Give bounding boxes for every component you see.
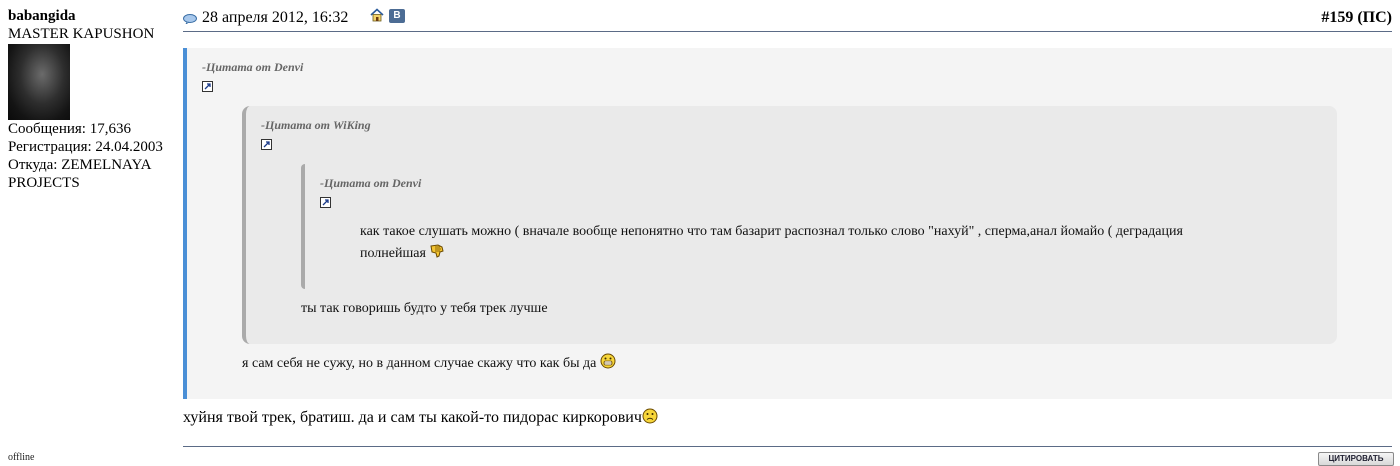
quote-text-outer-text: я сам себя не сужу, но в данном случае с… [242,356,597,371]
user-location-cont: PROJECTS [8,175,80,191]
post-icon [183,11,197,26]
post-date: 28 апреля 2012, 16:32 [202,9,349,26]
username[interactable]: babangida [8,7,180,25]
quote-text-outer: я сам себя не сужу, но в данном случае с… [242,353,616,377]
post-text: хуйня твой трек, братиш. да и сам ты как… [183,409,642,426]
quote-author-outer: -Цитата от Denvi [202,60,304,74]
quote-link-icon[interactable] [202,81,213,92]
post-body: хуйня твой трек, братиш. да и сам ты как… [183,408,658,429]
post-number[interactable]: #159 (ПС) [1321,9,1392,27]
avatar[interactable] [8,44,70,120]
sad-smiley [642,408,658,429]
user-title: MASTER KAPUSHON [8,26,155,42]
post-header: 28 апреля 2012, 16:32 В #159 (ПС) [183,7,1392,32]
quote-button[interactable]: ЦИТИРОВАТЬ [1318,452,1394,466]
quote-link-icon[interactable] [320,197,331,208]
quote-author-inner: -Цитата от Denvi [320,176,422,190]
user-info: babangida MASTER KAPUSHON Сообщения: 17,… [8,7,180,192]
quote-link-icon[interactable] [261,139,272,150]
post-number-value[interactable]: #159 [1321,9,1353,26]
thumbs-down-smiley [429,243,445,267]
quote-text-middle: ты так говоришь будто у тебя трек лучше [301,301,548,316]
quote-text-inner-line1: как такое слушать можно ( вначале вообще… [360,224,1183,239]
quote-author-middle: -Цитата от WiKing [261,118,371,132]
user-registration: Регистрация: 24.04.2003 [8,139,163,155]
vk-icon[interactable]: В [389,9,405,23]
grin-smiley [600,353,616,377]
quote-text-inner-line2-text: полнейшая [360,246,426,261]
home-icon[interactable] [370,8,384,22]
user-location: Откуда: ZEMELNAYA [8,157,152,173]
post-number-suffix: (ПС) [1353,9,1392,26]
quote-text-inner-line2: полнейшая [360,243,445,267]
user-status: offline [8,452,35,463]
user-post-count: Сообщения: 17,636 [8,121,131,137]
post-footer-divider [183,446,1392,447]
